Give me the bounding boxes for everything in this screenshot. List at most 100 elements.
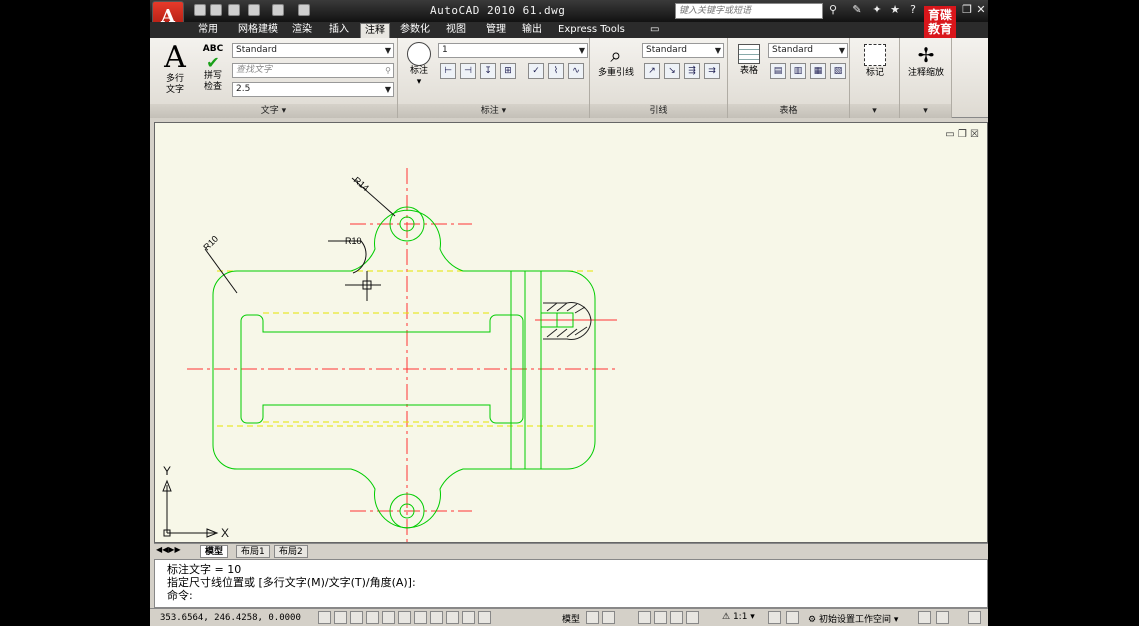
- redo-icon[interactable]: [272, 4, 284, 16]
- steering-wheel-icon[interactable]: [670, 611, 683, 624]
- dim-label-r10-top[interactable]: R10: [345, 236, 362, 246]
- align-leader-icon[interactable]: ⇶: [684, 63, 700, 79]
- workspace-switch[interactable]: ⚙ 初始设置工作空间 ▾: [808, 612, 898, 625]
- find-text-input[interactable]: 查找文字 ⚲: [232, 63, 394, 78]
- command-window[interactable]: 标注文字 = 10 指定尺寸线位置或 [多行文字(M)/文字(T)/角度(A)]…: [154, 559, 988, 608]
- help-icon[interactable]: ?: [906, 3, 920, 17]
- annotation-visibility-icon[interactable]: [768, 611, 781, 624]
- layout-quickview-icon[interactable]: [586, 611, 599, 624]
- search-input[interactable]: 键入关键字或短语: [675, 3, 823, 19]
- tab-scroll-arrows-icon[interactable]: ◀◀▶▶: [156, 545, 181, 554]
- dim-label-r10-left[interactable]: R10: [201, 234, 220, 253]
- undo-icon[interactable]: [248, 4, 260, 16]
- annotation-scale-button[interactable]: ✢ 注释缩放: [902, 42, 950, 79]
- text-panel-title[interactable]: 文字 ▾: [150, 104, 397, 118]
- spell-check-button[interactable]: ABC ✔ 拼写 检查: [196, 44, 230, 93]
- mleader-style-combo[interactable]: Standard ▼: [642, 43, 724, 58]
- lwt-toggle-icon[interactable]: [446, 611, 459, 624]
- clean-screen-icon[interactable]: [968, 611, 981, 624]
- close-drawing-icon[interactable]: ☒: [970, 129, 979, 140]
- dim-jog-icon[interactable]: ⌇: [548, 63, 564, 79]
- text-style-combo[interactable]: Standard ▼: [232, 43, 394, 58]
- minimize-drawing-icon[interactable]: ▭: [945, 129, 954, 140]
- collect-leader-icon[interactable]: ⇉: [704, 63, 720, 79]
- tab-mesh[interactable]: 网格建模: [234, 23, 282, 38]
- annotation-scale-readout[interactable]: ⚠ 1:1 ▾: [722, 612, 755, 622]
- tab-express-tools[interactable]: Express Tools: [554, 23, 629, 38]
- tab-model[interactable]: 模型: [200, 545, 229, 558]
- model-space-button[interactable]: 模型: [562, 612, 580, 625]
- tab-layout1[interactable]: 布局1: [236, 545, 270, 558]
- osnap-toggle-icon[interactable]: [382, 611, 395, 624]
- showmotion-icon[interactable]: [686, 611, 699, 624]
- dim-inspect-icon[interactable]: ✓: [528, 63, 544, 79]
- save-icon[interactable]: [228, 4, 240, 16]
- dimension-panel-title[interactable]: 标注 ▾: [398, 104, 589, 118]
- dimension-panel: 标注 ▾ 1 ▼ ⊢ ⊣ ↧ ⊞ ✓ ⌇ ∿ 标注 ▾: [398, 38, 590, 118]
- dimension-button[interactable]: 标注 ▾: [403, 42, 435, 88]
- tools-icon[interactable]: ✦: [870, 3, 884, 17]
- multileader-button[interactable]: ⌕ 多重引线: [594, 42, 638, 79]
- table-update-icon[interactable]: ▧: [830, 63, 846, 79]
- binoculars-icon[interactable]: ⚲: [826, 3, 840, 17]
- cad-drawing[interactable]: R14 R10 R10 X Y: [155, 123, 988, 544]
- dim-break-icon[interactable]: ↧: [480, 63, 496, 79]
- dim-continue-icon[interactable]: ⊣: [460, 63, 476, 79]
- remove-leader-icon[interactable]: ↘: [664, 63, 680, 79]
- auto-scale-icon[interactable]: [786, 611, 799, 624]
- restore-icon[interactable]: ❐: [960, 3, 974, 17]
- ribbon-toggle-icon[interactable]: ▭: [646, 23, 663, 38]
- dim-space-icon[interactable]: ⊞: [500, 63, 516, 79]
- hardware-accel-icon[interactable]: [936, 611, 949, 624]
- tab-insert[interactable]: 插入: [325, 23, 353, 38]
- table-panel-title[interactable]: 表格: [728, 104, 849, 118]
- table-link-icon[interactable]: ▦: [810, 63, 826, 79]
- snap-toggle-icon[interactable]: [318, 611, 331, 624]
- table-import-icon[interactable]: ▤: [770, 63, 786, 79]
- text-height-combo[interactable]: 2.5 ▼: [232, 82, 394, 97]
- table-button[interactable]: 表格: [732, 42, 766, 77]
- drawing-quickview-icon[interactable]: [602, 611, 615, 624]
- dim-linear-icon[interactable]: ⊢: [440, 63, 456, 79]
- lock-icon[interactable]: [918, 611, 931, 624]
- dim-style-combo[interactable]: 1 ▼: [438, 43, 588, 58]
- markup-panel-title[interactable]: ▾: [850, 104, 899, 118]
- tab-output[interactable]: 输出: [518, 23, 546, 38]
- mtext-button[interactable]: A 多行 文字: [158, 42, 192, 96]
- drawing-viewport[interactable]: R14 R10 R10 X Y ▭ ❐ ☒: [154, 122, 988, 543]
- table-style-combo[interactable]: Standard ▼: [768, 43, 848, 58]
- dyn-toggle-icon[interactable]: [430, 611, 443, 624]
- otrack-toggle-icon[interactable]: [398, 611, 411, 624]
- scaling-panel-title[interactable]: ▾: [900, 104, 951, 118]
- tab-view[interactable]: 视图: [442, 23, 470, 38]
- qp-toggle-icon[interactable]: [462, 611, 475, 624]
- print-icon[interactable]: [298, 4, 310, 16]
- grid-toggle-icon[interactable]: [334, 611, 347, 624]
- tab-home[interactable]: 常用: [194, 23, 222, 38]
- tab-manage[interactable]: 管理: [482, 23, 510, 38]
- open-icon[interactable]: [210, 4, 222, 16]
- command-prompt[interactable]: 命令:: [167, 589, 987, 602]
- polar-toggle-icon[interactable]: [366, 611, 379, 624]
- zoom-icon[interactable]: [654, 611, 667, 624]
- restore-drawing-icon[interactable]: ❐: [958, 129, 967, 140]
- tab-render[interactable]: 渲染: [288, 23, 316, 38]
- ortho-toggle-icon[interactable]: [350, 611, 363, 624]
- markup-button[interactable]: 标记: [856, 42, 894, 79]
- tab-annotate[interactable]: 注释: [360, 23, 390, 38]
- dim-label-r14[interactable]: R14: [352, 175, 371, 193]
- ducs-toggle-icon[interactable]: [414, 611, 427, 624]
- wrench-icon[interactable]: ✎: [850, 3, 864, 17]
- tab-layout2[interactable]: 布局2: [274, 545, 308, 558]
- sc-toggle-icon[interactable]: [478, 611, 491, 624]
- layout-tab-bar: ◀◀▶▶ 模型 布局1 布局2: [154, 543, 988, 558]
- star-icon[interactable]: ★: [888, 3, 902, 17]
- leader-panel-title[interactable]: 引线: [590, 104, 727, 118]
- tab-parametric[interactable]: 参数化: [396, 23, 434, 38]
- pan-icon[interactable]: [638, 611, 651, 624]
- close-icon[interactable]: ✕: [974, 3, 988, 17]
- add-leader-icon[interactable]: ↗: [644, 63, 660, 79]
- new-icon[interactable]: [194, 4, 206, 16]
- table-extract-icon[interactable]: ▥: [790, 63, 806, 79]
- dim-update-icon[interactable]: ∿: [568, 63, 584, 79]
